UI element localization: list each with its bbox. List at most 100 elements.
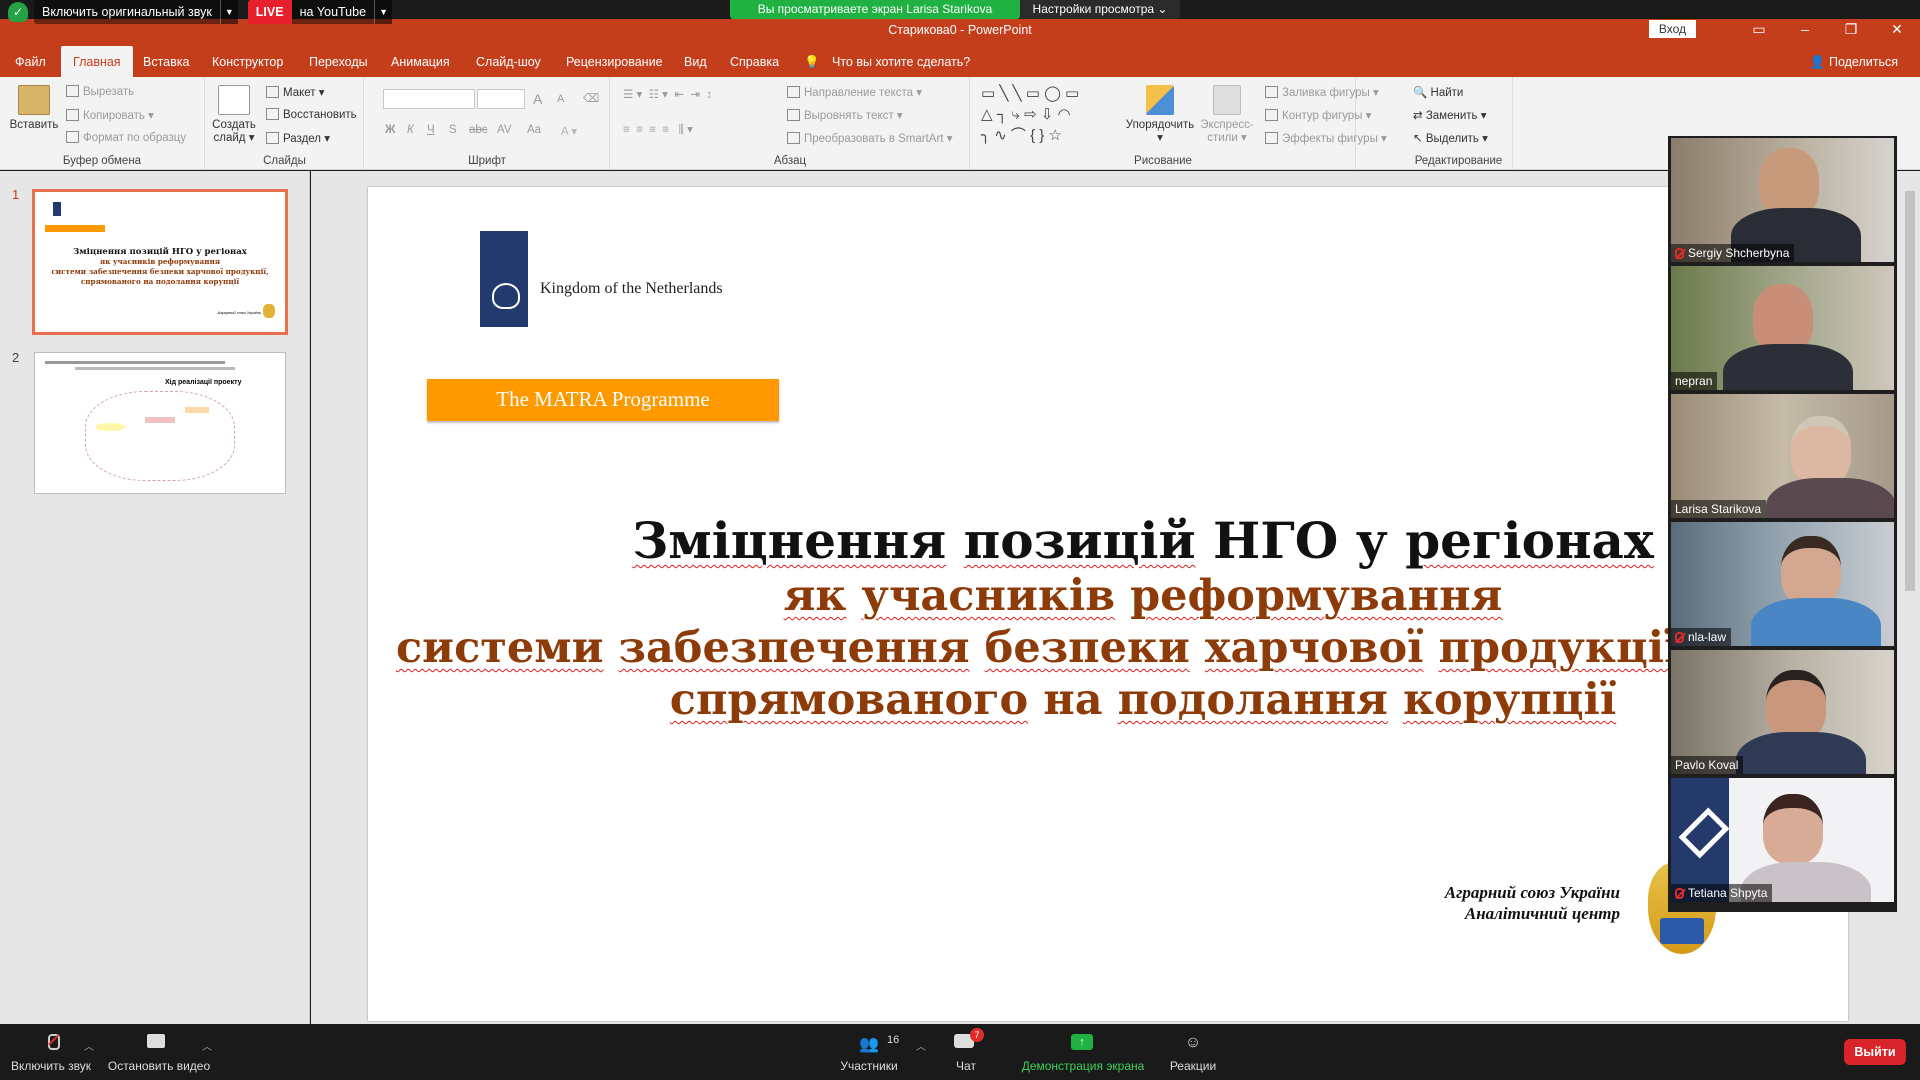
thumbnail-slide-1[interactable]: Зміцнення позицій НГО у регіонах як учас…	[32, 189, 288, 335]
participants-button[interactable]: 👥 16 Участники	[836, 1024, 902, 1080]
new-slide-button[interactable]: Создать слайд ▾	[212, 85, 256, 145]
title-word: НГО	[1213, 511, 1339, 570]
subtitle-word: реформування	[1130, 571, 1503, 621]
case-button[interactable]: Aa	[527, 124, 541, 136]
replace-button[interactable]: ⇄ Заменить ▾	[1413, 108, 1487, 122]
participants-count: 16	[887, 1034, 900, 1046]
scrollbar-thumb[interactable]	[1905, 191, 1915, 591]
video-tile[interactable]: Larisa Starikova	[1671, 394, 1894, 518]
minimize-icon[interactable]: –	[1782, 19, 1828, 39]
chevron-down-icon[interactable]: ▼	[219, 0, 238, 24]
chevron-up-icon[interactable]: ︿	[916, 1038, 926, 1053]
tab-help[interactable]: Справка	[730, 46, 779, 77]
shadow-button[interactable]: S	[449, 124, 457, 136]
clear-format-icon[interactable]: ⌫	[583, 91, 599, 105]
company-logo-icon	[1678, 807, 1730, 859]
close-icon[interactable]: ✕	[1874, 19, 1920, 39]
tab-slideshow[interactable]: Слайд-шоу	[476, 46, 541, 77]
cut-button[interactable]: Вырезать	[66, 85, 134, 98]
share-screen-button[interactable]: ↑ Демонстрация экрана	[1020, 1024, 1146, 1080]
bold-button[interactable]: Ж	[385, 124, 395, 136]
viewing-screen-label: Вы просматриваете экран Larisa Starikova	[730, 0, 1020, 19]
vertical-scrollbar[interactable]	[1902, 171, 1918, 1024]
format-painter-label: Формат по образцу	[83, 132, 187, 144]
shapes-gallery[interactable]: ▭ ╲ ╲ ▭ ◯ ▭ △ ┐ ⤷ ⇨ ⇩ ◠ ╮ ∿ ⌒ { } ☆	[981, 83, 1111, 146]
italic-button[interactable]: К	[407, 124, 414, 136]
font-name-combo[interactable]	[383, 89, 475, 109]
tab-view[interactable]: Вид	[684, 46, 707, 77]
chevron-up-icon[interactable]: ︿	[84, 1038, 94, 1053]
stop-video-button[interactable]: Остановить видео	[106, 1024, 212, 1080]
video-tile[interactable]: Pavlo Koval	[1671, 650, 1894, 774]
font-color-button[interactable]: A ▾	[561, 124, 577, 138]
section-button[interactable]: Раздел ▾	[266, 131, 330, 145]
view-options-button[interactable]: Настройки просмотра ⌄	[1020, 0, 1180, 19]
chevron-down-icon[interactable]: ▼	[374, 0, 393, 24]
copy-button[interactable]: Копировать ▾	[66, 108, 154, 122]
clipboard-icon	[18, 85, 50, 115]
maximize-icon[interactable]: ❐	[1828, 19, 1874, 39]
spacing-button[interactable]: AV	[497, 124, 512, 136]
subtitle-word: системи	[396, 623, 604, 673]
video-tile[interactable]: Tetiana Shpyta	[1671, 778, 1894, 902]
arrange-button[interactable]: Упорядочить ▾	[1125, 85, 1195, 145]
tab-design[interactable]: Конструктор	[212, 46, 283, 77]
share-label: Поделиться	[1828, 55, 1898, 69]
mic-muted-icon	[1675, 887, 1684, 899]
align-buttons[interactable]: ≡ ≡ ≡ ≡ ⫼ ▾	[623, 122, 693, 137]
share-button[interactable]: 👤 Поделиться	[1810, 46, 1898, 79]
zoom-audio-overlay: ✓ Включить оригинальный звук ▼ LIVE на Y…	[8, 0, 393, 24]
group-font: A A ⌫ Ж К Ч S abc AV Aa A ▾ Шрифт	[365, 77, 610, 170]
chevron-up-icon[interactable]: ︿	[202, 1038, 212, 1053]
mic-muted-icon	[39, 1034, 63, 1054]
shape-outline-button[interactable]: Контур фигуры ▾	[1265, 108, 1371, 122]
reset-button[interactable]: Восстановить	[266, 108, 357, 121]
logo-mark-icon	[53, 202, 61, 216]
leave-meeting-button[interactable]: Выйти	[1844, 1039, 1906, 1065]
shape-effects-button[interactable]: Эффекты фигуры ▾	[1265, 131, 1387, 145]
find-button[interactable]: 🔍 Найти	[1413, 85, 1463, 99]
shrink-font-button[interactable]: A	[557, 93, 564, 105]
layout-button[interactable]: Макет ▾	[266, 85, 325, 99]
thumbnail-slide-2[interactable]: Хід реалізації проекту	[34, 352, 286, 494]
video-tile[interactable]: Sergiy Shcherbyna	[1671, 138, 1894, 262]
video-tile[interactable]: nla-law	[1671, 522, 1894, 646]
ribbon-display-icon[interactable]: ▭	[1736, 19, 1782, 39]
quick-styles-button[interactable]: Экспресс-стили ▾	[1197, 85, 1257, 145]
underline-button[interactable]: Ч	[427, 124, 435, 136]
scissors-icon	[66, 85, 79, 97]
participant-name: nepran	[1675, 374, 1713, 388]
shape-fill-label: Заливка фигуры	[1282, 87, 1370, 99]
video-tile[interactable]: nepran	[1671, 266, 1894, 390]
original-sound-button[interactable]: Включить оригинальный звук	[34, 0, 220, 24]
tab-animations[interactable]: Анимация	[391, 46, 450, 77]
select-button[interactable]: ↖ Выделить ▾	[1413, 131, 1488, 145]
shape-fill-button[interactable]: Заливка фигуры ▾	[1265, 85, 1379, 99]
tab-review[interactable]: Рецензирование	[566, 46, 663, 77]
live-badge[interactable]: LIVE	[247, 0, 292, 24]
reactions-button[interactable]: ☺ Реакции	[1166, 1024, 1220, 1080]
signin-button[interactable]: Вход	[1648, 20, 1696, 38]
tab-file[interactable]: Файл	[15, 46, 46, 77]
tab-insert[interactable]: Вставка	[143, 46, 189, 77]
smartart-button[interactable]: Преобразовать в SmartArt ▾	[787, 131, 952, 145]
text-direction-button[interactable]: Направление текста ▾	[787, 85, 922, 99]
grow-font-button[interactable]: A	[533, 91, 542, 107]
copy-icon	[66, 109, 79, 121]
chat-button[interactable]: 7 Чат	[946, 1024, 986, 1080]
mic-muted-icon	[1675, 631, 1684, 643]
bullets-button[interactable]: ☰ ▾ ☷ ▾ ⇤ ⇥ ↕	[623, 87, 712, 101]
unmute-button[interactable]: Включить звук	[8, 1024, 94, 1080]
paste-button[interactable]: Вставить	[6, 85, 62, 132]
youtube-label[interactable]: на YouTube	[291, 0, 375, 24]
font-size-combo[interactable]	[477, 89, 525, 109]
tab-transitions[interactable]: Переходы	[309, 46, 368, 77]
tab-home[interactable]: Главная	[61, 46, 133, 77]
align-text-button[interactable]: Выровнять текст ▾	[787, 108, 903, 122]
subtitle-word: безпеки	[984, 623, 1190, 673]
format-painter-button[interactable]: Формат по образцу	[66, 131, 186, 144]
current-slide[interactable]: Kingdom of the Netherlands The MATRA Pro…	[368, 187, 1848, 1021]
tell-me-search[interactable]: Что вы хотите сделать?	[832, 46, 970, 77]
strikethrough-button[interactable]: abc	[469, 124, 488, 136]
chat-badge: 7	[970, 1028, 984, 1042]
